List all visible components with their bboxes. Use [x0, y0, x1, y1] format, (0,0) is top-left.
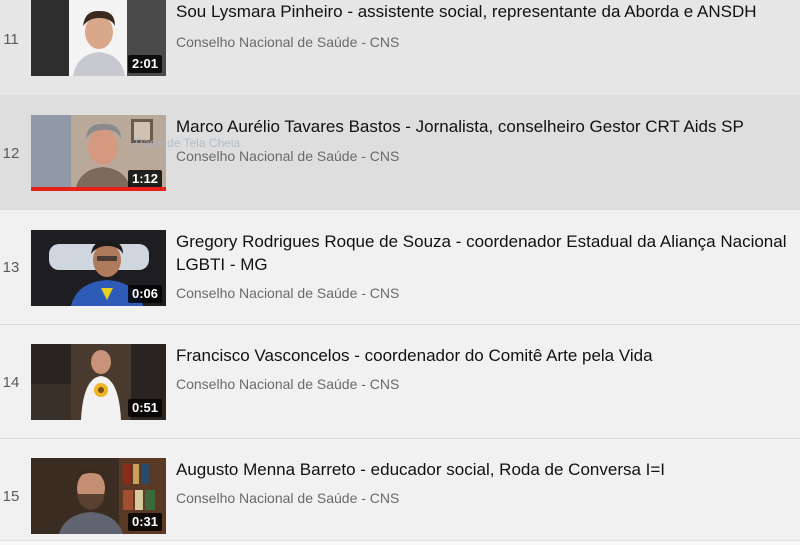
playlist-item-12[interactable]: 12 1:12 Parte de Tela Cheia Marco Auréli…: [0, 96, 800, 210]
playlist-item-11[interactable]: 11 2:01 Sou Lysmara Pinheiro - assistent…: [0, 0, 800, 96]
video-thumbnail[interactable]: 0:06: [31, 230, 166, 306]
item-index: 13: [2, 259, 20, 276]
duration-badge: 0:31: [127, 513, 162, 531]
video-title[interactable]: Marco Aurélio Tavares Bastos - Jornalist…: [176, 115, 791, 138]
duration-badge: 1:12: [127, 170, 162, 188]
playlist-item-13[interactable]: 13 0:06 Gregory Rodrigues Roque de Souza…: [0, 210, 800, 325]
video-thumbnail[interactable]: 1:12: [31, 115, 166, 191]
channel-name[interactable]: Conselho Nacional de Saúde - CNS: [176, 285, 399, 301]
channel-name[interactable]: Conselho Nacional de Saúde - CNS: [176, 148, 399, 164]
item-index: 11: [3, 31, 19, 48]
playlist-panel: 11 2:01 Sou Lysmara Pinheiro - assistent…: [0, 0, 800, 545]
channel-name[interactable]: Conselho Nacional de Saúde - CNS: [176, 34, 399, 50]
video-thumbnail[interactable]: 0:31: [31, 458, 166, 534]
video-title[interactable]: Sou Lysmara Pinheiro - assistente social…: [176, 0, 791, 23]
video-title[interactable]: Gregory Rodrigues Roque de Souza - coord…: [176, 230, 791, 276]
duration-badge: 0:51: [127, 399, 162, 417]
playlist-item-15[interactable]: 15 0:31 Augusto Menna Barreto - educador…: [0, 439, 800, 540]
item-index: 15: [2, 488, 20, 505]
playlist-item-14[interactable]: 14 0:51 Francisco Vasconcelos - coordena…: [0, 325, 800, 439]
watch-progress-bar: [31, 187, 166, 191]
item-index: 12: [2, 145, 20, 162]
channel-name[interactable]: Conselho Nacional de Saúde - CNS: [176, 490, 399, 506]
video-title[interactable]: Augusto Menna Barreto - educador social,…: [176, 458, 791, 481]
duration-badge: 0:06: [127, 285, 162, 303]
list-bottom-edge: [0, 540, 800, 545]
video-title[interactable]: Francisco Vasconcelos - coordenador do C…: [176, 344, 791, 367]
item-index: 14: [2, 374, 20, 391]
video-thumbnail[interactable]: 2:01: [31, 0, 166, 76]
channel-name[interactable]: Conselho Nacional de Saúde - CNS: [176, 376, 399, 392]
video-thumbnail[interactable]: 0:51: [31, 344, 166, 420]
duration-badge: 2:01: [127, 55, 162, 73]
